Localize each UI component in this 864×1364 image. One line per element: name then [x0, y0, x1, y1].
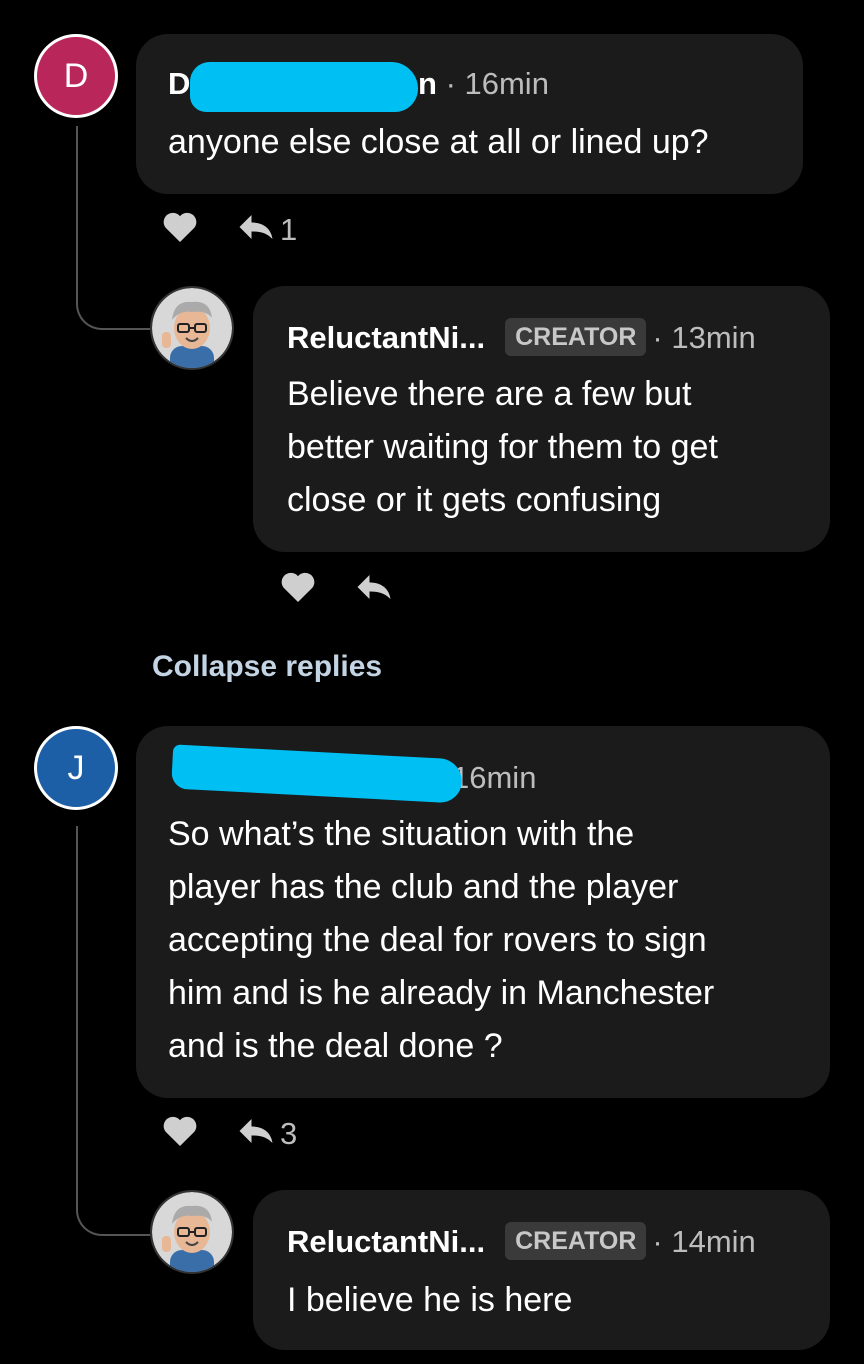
- timestamp: · 14min: [652, 1224, 756, 1259]
- timestamp: 16min: [452, 760, 537, 795]
- author-name[interactable]: D: [168, 66, 190, 101]
- creator-badge: CREATOR: [505, 317, 647, 356]
- text-line: and is the deal done ?: [168, 1027, 503, 1065]
- comment-bubble: [136, 34, 803, 194]
- comment-meta: D: [168, 64, 190, 104]
- reply-icon[interactable]: [238, 1117, 274, 1150]
- text-line: player has the club and the player: [168, 868, 679, 906]
- reply-meta: ReluctantNi... CREATOR · 13min: [287, 317, 756, 359]
- reply-icon[interactable]: [356, 573, 392, 606]
- comment-text: anyone else close at all or lined up?: [168, 123, 709, 161]
- comment-actions: 1: [162, 210, 297, 249]
- text-line: him and is he already in Manchester: [168, 974, 715, 1012]
- text-line: I believe he is here: [287, 1281, 573, 1319]
- heart-icon[interactable]: [162, 1114, 198, 1153]
- text-line: better waiting for them to get: [287, 428, 718, 466]
- text-line: Believe there are a few but: [287, 375, 692, 413]
- reply-icon[interactable]: [238, 213, 274, 246]
- reply-count: 3: [280, 1115, 298, 1151]
- redaction-mark: [190, 62, 418, 112]
- reply-actions: [280, 570, 392, 609]
- reply-text: Believe there are a few but better waiti…: [287, 368, 718, 527]
- memoji-icon: [152, 1192, 232, 1272]
- avatar-letter: D: [63, 56, 89, 95]
- avatar[interactable]: [150, 1190, 234, 1274]
- reply-count: 1: [280, 211, 298, 247]
- text-line: close or it gets confusing: [287, 481, 662, 519]
- comment-actions: 3: [162, 1114, 297, 1153]
- comment-time-line: 16min: [452, 758, 536, 798]
- text-line: accepting the deal for rovers to sign: [168, 921, 707, 959]
- author-name[interactable]: ReluctantNi...: [287, 320, 485, 355]
- reply-text: I believe he is here: [287, 1274, 572, 1327]
- text-line: So what’s the situation with the: [168, 815, 635, 853]
- avatar[interactable]: D: [34, 34, 118, 118]
- timestamp: · 13min: [652, 320, 756, 355]
- heart-icon[interactable]: [280, 570, 316, 609]
- reply-meta: ReluctantNi... CREATOR · 14min: [287, 1221, 756, 1263]
- memoji-icon: [152, 288, 232, 368]
- creator-badge: CREATOR: [505, 1221, 647, 1260]
- collapse-replies-link[interactable]: Collapse replies: [152, 650, 382, 684]
- author-name-suffix: n: [418, 66, 437, 101]
- comment-time-line: n · 16min: [418, 64, 549, 104]
- timestamp: · 16min: [445, 66, 549, 101]
- avatar-letter: J: [67, 748, 85, 787]
- heart-icon[interactable]: [162, 210, 198, 249]
- comment-text: So what’s the situation with the player …: [168, 808, 714, 1073]
- avatar[interactable]: [150, 286, 234, 370]
- avatar[interactable]: J: [34, 726, 118, 810]
- author-name[interactable]: ReluctantNi...: [287, 1224, 485, 1259]
